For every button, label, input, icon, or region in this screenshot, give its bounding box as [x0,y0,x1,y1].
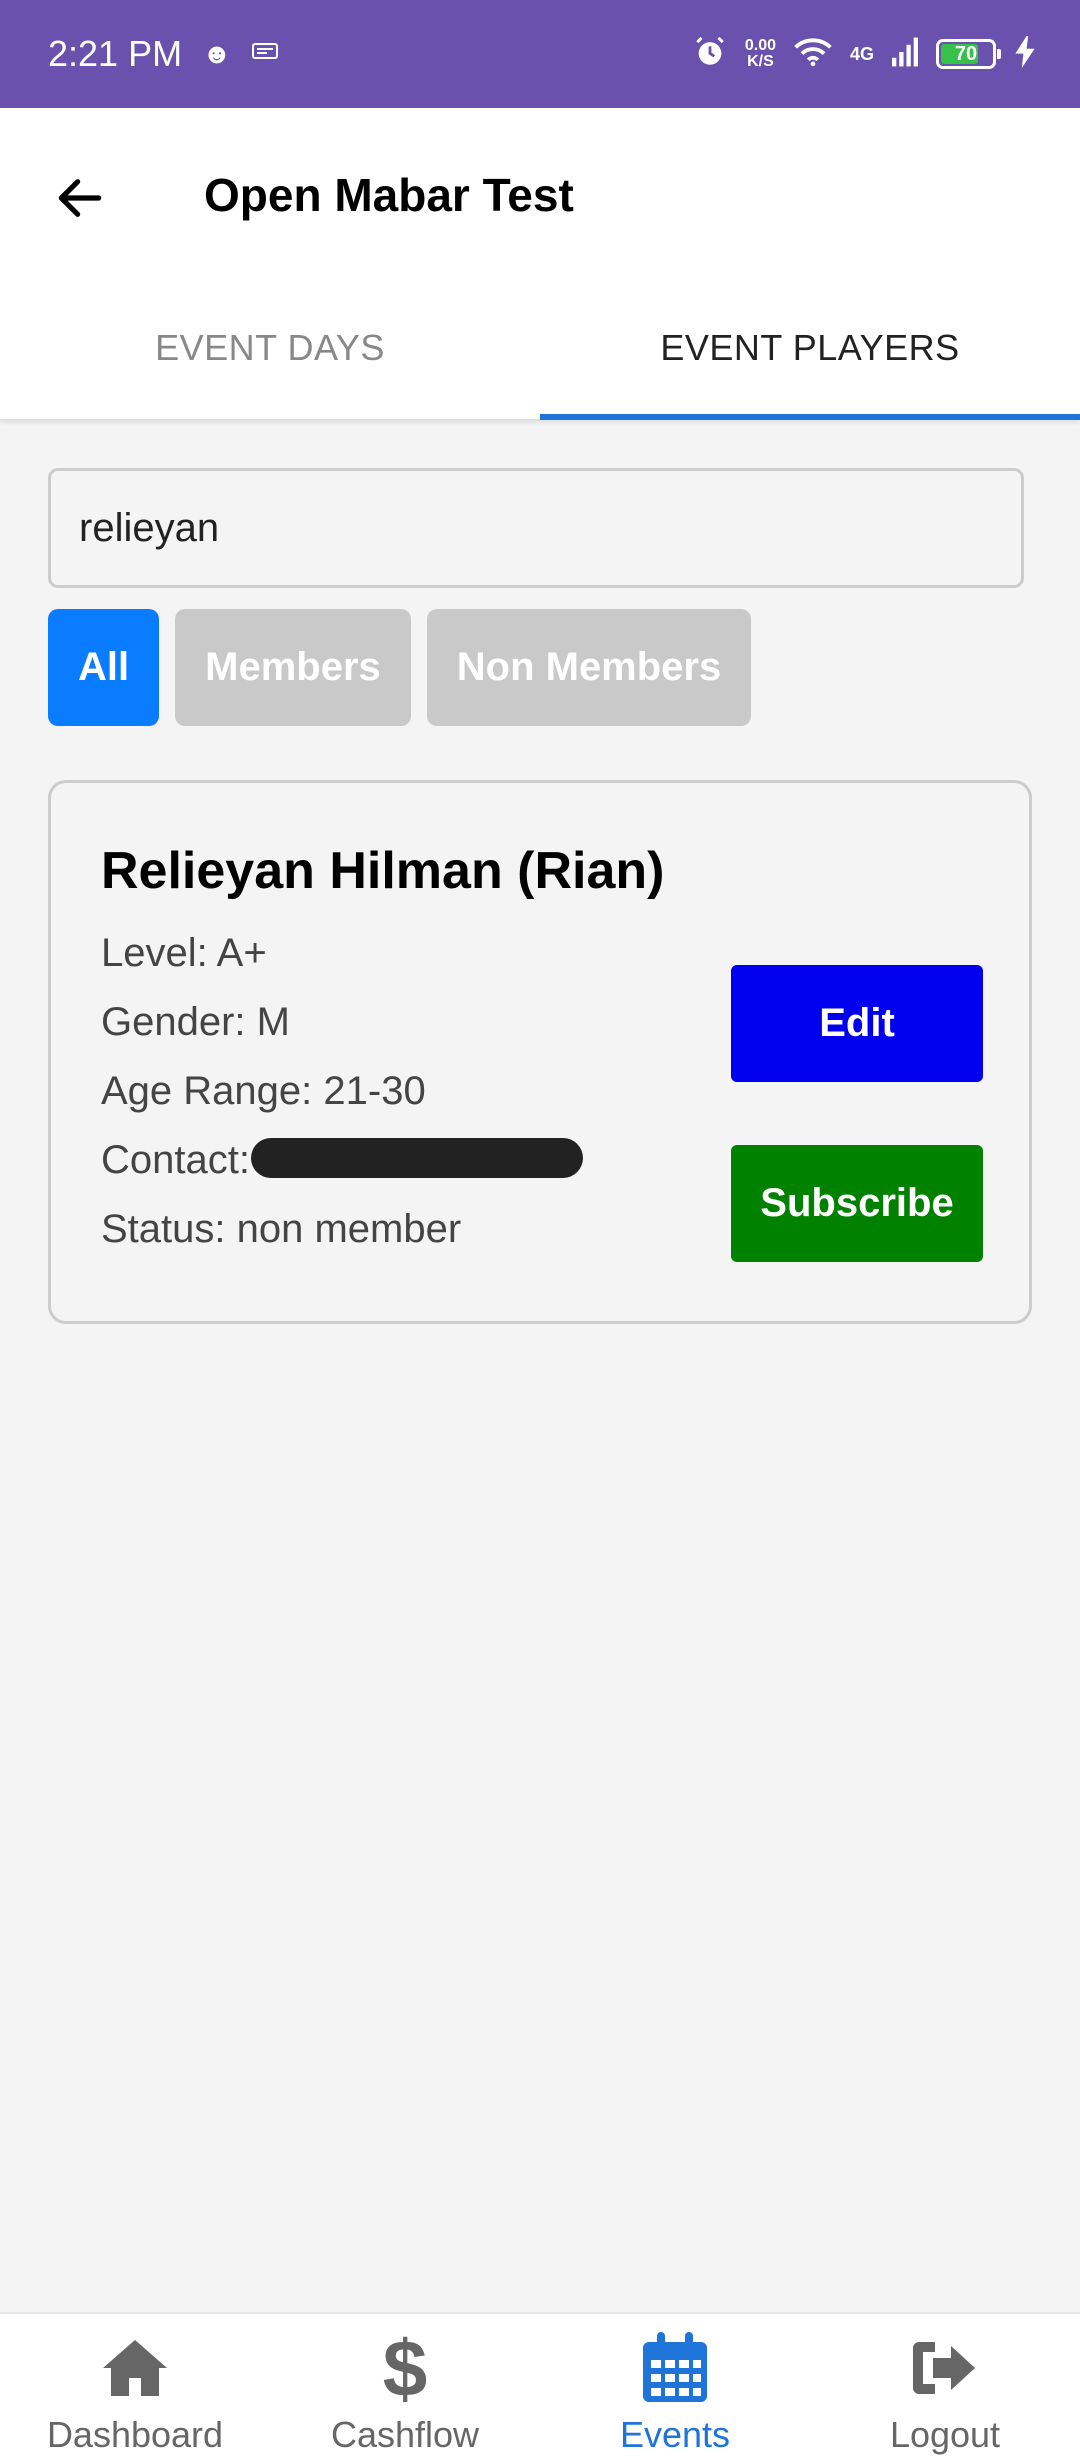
signal-icon [892,37,918,72]
bottom-navigation: Dashboard $ Cashflow Events Logout [0,2312,1080,2460]
nav-dashboard-label: Dashboard [46,2414,224,2455]
arrow-left-icon [58,179,102,217]
nav-logout-label: Logout [889,2414,1001,2455]
player-status: Status: non member [101,1207,462,1251]
nav-dashboard[interactable]: Dashboard [0,2314,270,2460]
player-level: Level: A+ [101,931,267,975]
tab-event-days[interactable]: EVENT DAYS [0,276,540,419]
dollar-icon: $ [381,2328,429,2408]
calendar-icon [639,2328,711,2408]
player-gender: Gender: M [101,1000,290,1044]
network-speed: 0.00 K/S [744,37,776,70]
nav-events-label: Events [619,2414,731,2455]
wifi-icon [794,37,832,72]
tab-event-players[interactable]: EVENT PLAYERS [540,276,1080,420]
filter-non-members-button[interactable]: Non Members [426,609,752,726]
player-card: Relieyan Hilman (Rian) Level: A+ Gender:… [48,780,1032,1324]
network-type: 4G [849,43,874,64]
nav-cashflow-label: Cashflow [330,2414,480,2455]
charging-icon [1014,35,1036,73]
back-button[interactable] [40,158,120,238]
redaction-mark [251,1138,583,1178]
svg-text:$: $ [383,2330,428,2406]
logout-icon [911,2328,979,2408]
status-time: 2:21 PM [48,33,183,74]
cnn-notification-icon [251,42,278,66]
tab-bar: EVENT DAYS EVENT PLAYERS [0,276,1080,420]
app-header: Open Mabar Test [0,108,1080,276]
nav-events[interactable]: Events [540,2314,810,2460]
nav-logout[interactable]: Logout [810,2314,1080,2460]
filter-group: All Members Non Members [48,609,752,726]
nav-cashflow[interactable]: $ Cashflow [270,2314,540,2460]
page-title: Open Mabar Test [204,169,574,221]
notification-face-icon: ☻ [202,38,232,69]
filter-all-button[interactable]: All [48,609,160,726]
edit-button[interactable]: Edit [731,965,983,1082]
home-icon [99,2328,171,2408]
filter-members-button[interactable]: Members [175,609,411,726]
status-bar: 2:21 PM ☻ 0.00 K/S 4G 70 [0,0,1080,108]
subscribe-button[interactable]: Subscribe [731,1145,983,1262]
battery-icon: 70 [936,39,1001,69]
player-name: Relieyan Hilman (Rian) [101,842,665,900]
alarm-icon [693,35,727,74]
player-age-range: Age Range: 21-30 [101,1069,426,1113]
search-input[interactable] [48,468,1024,588]
